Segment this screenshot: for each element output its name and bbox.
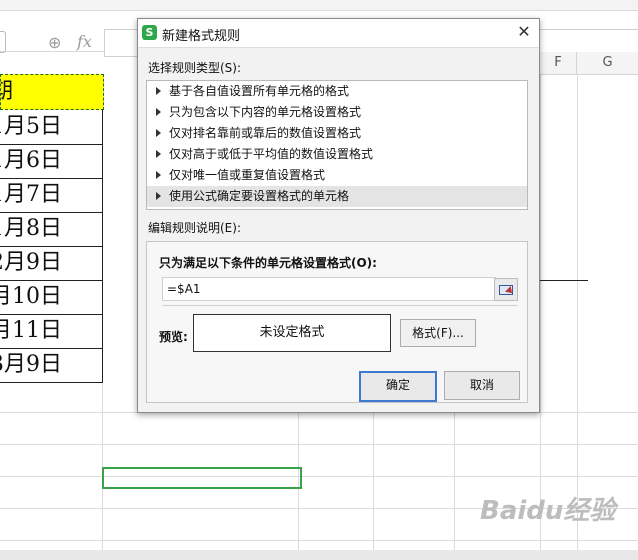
rule-type-item[interactable]: 仅对唯一值或重复值设置格式 bbox=[147, 165, 527, 186]
grid-line bbox=[0, 476, 638, 477]
triangle-right-icon bbox=[156, 129, 161, 137]
cell-a-row[interactable]: 1月8日 bbox=[0, 212, 103, 247]
fx-icon[interactable]: fx bbox=[77, 32, 92, 51]
range-picker-button[interactable] bbox=[494, 278, 518, 301]
new-format-rule-dialog: S 新建格式规则 ✕ 选择规则类型(S): 基于各自值设置所有单元格的格式 只为… bbox=[137, 18, 540, 413]
triangle-right-icon bbox=[156, 150, 161, 158]
cell-a-row[interactable]: 1月6日 bbox=[0, 144, 103, 179]
column-header-f[interactable]: F bbox=[540, 52, 577, 75]
zoom-icon[interactable]: ⊕ bbox=[48, 33, 61, 52]
triangle-right-icon bbox=[156, 108, 161, 116]
app-icon: S bbox=[142, 25, 157, 40]
triangle-right-icon bbox=[156, 192, 161, 200]
rule-type-item[interactable]: 只为包含以下内容的单元格设置格式 bbox=[147, 102, 527, 123]
grid-line bbox=[454, 412, 455, 550]
rule-type-item[interactable]: 仅对高于或低于平均值的数值设置格式 bbox=[147, 144, 527, 165]
dialog-title: 新建格式规则 bbox=[162, 29, 241, 44]
preview-box: 未设定格式 bbox=[193, 314, 391, 352]
triangle-right-icon bbox=[156, 87, 161, 95]
selected-cell[interactable] bbox=[102, 467, 302, 489]
close-button[interactable]: ✕ bbox=[515, 23, 533, 41]
toolbar-strip bbox=[0, 0, 638, 11]
divider bbox=[162, 305, 518, 306]
grid-line bbox=[373, 412, 374, 550]
rule-type-item[interactable]: 仅对排名靠前或靠后的数值设置格式 bbox=[147, 123, 527, 144]
cell-a-row[interactable]: 3月9日 bbox=[0, 348, 103, 383]
preview-label: 预览: bbox=[159, 330, 188, 344]
grid-line bbox=[102, 380, 103, 550]
edit-rule-label: 编辑规则说明(E): bbox=[148, 221, 241, 235]
cell-a-header[interactable]: 期 bbox=[0, 74, 104, 110]
rule-type-list[interactable]: 基于各自值设置所有单元格的格式 只为包含以下内容的单元格设置格式 仅对排名靠前或… bbox=[146, 80, 528, 210]
cell-a-row[interactable]: 1月5日 bbox=[0, 110, 103, 145]
column-header-g[interactable]: G bbox=[577, 52, 638, 75]
rule-type-item[interactable]: 基于各自值设置所有单元格的格式 bbox=[147, 81, 527, 102]
condition-label: 只为满足以下条件的单元格设置格式(O): bbox=[159, 256, 377, 270]
cell-a-row[interactable]: 2月9日 bbox=[0, 246, 103, 281]
watermark-logo: Baidu经验 bbox=[480, 496, 616, 526]
cell-a-row[interactable]: 月11日 bbox=[0, 314, 103, 349]
dialog-titlebar[interactable]: S 新建格式规则 ✕ bbox=[138, 19, 539, 48]
select-rule-type-label: 选择规则类型(S): bbox=[148, 61, 242, 75]
name-box-dropdown[interactable] bbox=[0, 31, 6, 53]
rule-type-item-selected[interactable]: 使用公式确定要设置格式的单元格 bbox=[147, 186, 527, 207]
cell-a-row[interactable]: 月10日 bbox=[0, 280, 103, 315]
format-button[interactable]: 格式(F)... bbox=[400, 319, 476, 347]
grid-line bbox=[540, 280, 588, 281]
grid-line bbox=[577, 74, 578, 550]
cell-a-row[interactable]: 1月7日 bbox=[0, 178, 103, 213]
formula-field[interactable]: =$A1 bbox=[162, 277, 496, 301]
sheet-tab-bar[interactable] bbox=[0, 550, 638, 560]
triangle-right-icon bbox=[156, 171, 161, 179]
grid-line bbox=[540, 74, 541, 550]
cancel-button[interactable]: 取消 bbox=[444, 371, 520, 400]
ok-button[interactable]: 确定 bbox=[359, 371, 437, 402]
grid-line bbox=[0, 444, 638, 445]
